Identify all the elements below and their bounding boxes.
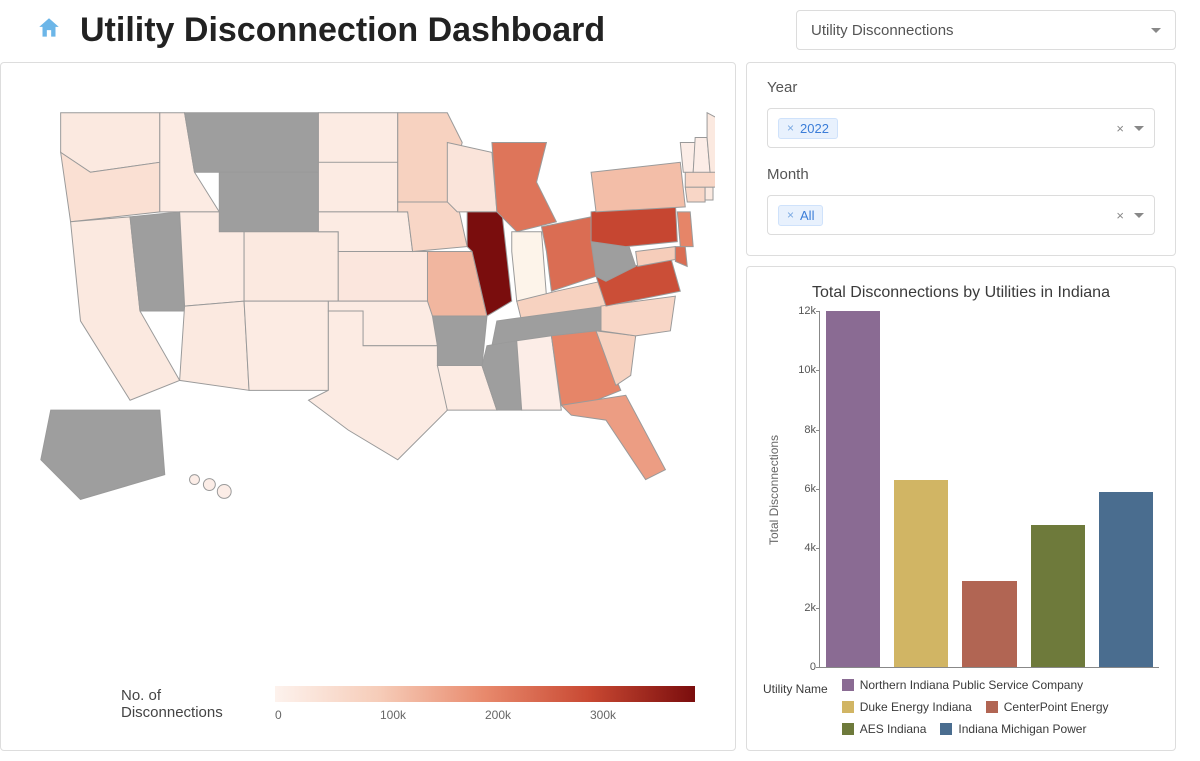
- legend-label: Northern Indiana Public Service Company: [860, 678, 1083, 692]
- metric-select[interactable]: Utility Disconnections: [796, 10, 1176, 50]
- legend-tick: 300k: [590, 708, 695, 722]
- legend-label: AES Indiana: [860, 722, 927, 736]
- y-tick: 6k: [786, 483, 816, 495]
- bar[interactable]: [1099, 492, 1153, 667]
- legend-swatch: [842, 701, 854, 713]
- map-legend-scale: 0 100k 200k 300k: [275, 686, 695, 722]
- month-chip-label: All: [800, 208, 814, 223]
- legend-swatch: [986, 701, 998, 713]
- bar-chart-legend: Northern Indiana Public Service Company D…: [842, 678, 1159, 736]
- month-chip[interactable]: × All: [778, 205, 823, 226]
- legend-item[interactable]: CenterPoint Energy: [986, 700, 1109, 714]
- month-filter[interactable]: × All ×: [767, 195, 1155, 235]
- home-icon[interactable]: [36, 15, 62, 46]
- map-legend-title: No. of Disconnections: [121, 687, 251, 721]
- chevron-down-icon[interactable]: [1134, 213, 1144, 218]
- y-tick: 2k: [786, 602, 816, 614]
- y-tick: 0: [786, 661, 816, 673]
- y-tick: 10k: [786, 364, 816, 376]
- bar[interactable]: [894, 480, 948, 667]
- close-icon[interactable]: ×: [787, 208, 794, 222]
- clear-all-icon[interactable]: ×: [1116, 208, 1124, 223]
- y-tick: 8k: [786, 424, 816, 436]
- legend-item[interactable]: Northern Indiana Public Service Company: [842, 678, 1083, 692]
- bar[interactable]: [826, 311, 880, 667]
- legend-swatch: [940, 723, 952, 735]
- bar-chart-panel: Total Disconnections by Utilities in Ind…: [746, 266, 1176, 751]
- legend-tick: 200k: [485, 708, 590, 722]
- map-legend-gradient: [275, 686, 695, 702]
- map-legend: No. of Disconnections 0 100k 200k 300k: [1, 666, 735, 750]
- legend-tick: 0: [275, 708, 380, 722]
- year-chip-label: 2022: [800, 121, 829, 136]
- x-axis-label: Utility Name: [763, 678, 828, 736]
- year-chip[interactable]: × 2022: [778, 118, 838, 139]
- chevron-down-icon[interactable]: [1134, 126, 1144, 131]
- legend-label: CenterPoint Energy: [1004, 700, 1109, 714]
- clear-all-icon[interactable]: ×: [1116, 121, 1124, 136]
- year-filter-label: Year: [767, 79, 1155, 96]
- bar-chart[interactable]: Total Disconnections 02k4k6k8k10k12k: [763, 311, 1159, 668]
- legend-swatch: [842, 723, 854, 735]
- map-legend-ticks: 0 100k 200k 300k: [275, 708, 695, 722]
- metric-select-label: Utility Disconnections: [811, 22, 954, 39]
- legend-label: Duke Energy Indiana: [860, 700, 972, 714]
- legend-item[interactable]: Duke Energy Indiana: [842, 700, 972, 714]
- chevron-down-icon: [1151, 28, 1161, 33]
- bar-chart-title: Total Disconnections by Utilities in Ind…: [763, 283, 1159, 303]
- legend-tick: 100k: [380, 708, 485, 722]
- header: Utility Disconnection Dashboard Utility …: [0, 0, 1200, 62]
- close-icon[interactable]: ×: [787, 121, 794, 135]
- y-tick: 4k: [786, 542, 816, 554]
- page-title: Utility Disconnection Dashboard: [80, 11, 605, 50]
- filters-panel: Year × 2022 × Month × All: [746, 62, 1176, 256]
- legend-item[interactable]: AES Indiana: [842, 722, 927, 736]
- bar[interactable]: [1031, 525, 1085, 667]
- y-tick: 12k: [786, 305, 816, 317]
- us-choropleth-map[interactable]: [1, 63, 735, 666]
- legend-swatch: [842, 679, 854, 691]
- month-filter-label: Month: [767, 166, 1155, 183]
- year-filter[interactable]: × 2022 ×: [767, 108, 1155, 148]
- y-axis-label: Total Disconnections: [763, 311, 785, 668]
- legend-item[interactable]: Indiana Michigan Power: [940, 722, 1086, 736]
- bar[interactable]: [962, 581, 1016, 667]
- legend-label: Indiana Michigan Power: [958, 722, 1086, 736]
- map-panel: No. of Disconnections 0 100k 200k 300k: [0, 62, 736, 751]
